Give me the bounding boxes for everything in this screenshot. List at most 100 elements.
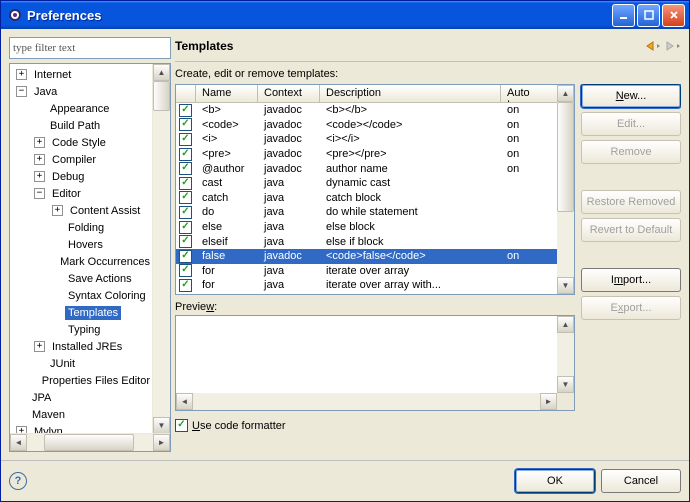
table-header[interactable]: Name Context Description Auto In... (176, 85, 557, 103)
checkbox-icon[interactable]: ✓ (179, 162, 192, 175)
tree-item[interactable]: Appearance (10, 100, 153, 117)
cell-ctx: java (258, 221, 320, 233)
tree-item[interactable]: Folding (10, 219, 153, 236)
tree-item-label: Build Path (47, 119, 103, 133)
tree-item[interactable]: Syntax Coloring (10, 287, 153, 304)
cell-auto: on (501, 104, 557, 116)
checkbox-icon[interactable]: ✓ (179, 206, 192, 219)
tree-item[interactable]: +Code Style (10, 134, 153, 151)
checkbox-icon[interactable]: ✓ (179, 104, 192, 117)
expand-icon[interactable]: + (52, 205, 63, 216)
tree-item[interactable]: −Editor (10, 185, 153, 202)
tree-item-label: Typing (65, 323, 103, 337)
tree-item[interactable]: Properties Files Editor (10, 372, 153, 389)
checkbox-icon[interactable]: ✓ (179, 250, 192, 263)
checkbox-icon[interactable]: ✓ (179, 177, 192, 190)
tree-item[interactable]: JPA (10, 389, 153, 406)
tree-item-label: Syntax Coloring (65, 289, 149, 303)
tree-item[interactable]: Templates (10, 304, 153, 321)
tree-item[interactable]: −Java (10, 83, 153, 100)
close-button[interactable] (662, 4, 685, 27)
table-row[interactable]: ✓castjavadynamic cast (176, 176, 557, 191)
expand-icon[interactable]: + (34, 137, 45, 148)
tree-item[interactable]: +Compiler (10, 151, 153, 168)
table-row[interactable]: ✓elseifjavaelse if block (176, 234, 557, 249)
help-icon[interactable]: ? (9, 472, 27, 490)
cell-auto: on (501, 119, 557, 131)
column-context[interactable]: Context (258, 85, 320, 103)
checkbox-icon[interactable]: ✓ (179, 118, 192, 131)
expand-icon[interactable]: + (34, 171, 45, 182)
column-description[interactable]: Description (320, 85, 501, 103)
use-formatter-option[interactable]: ✓ Use code formatter (175, 419, 575, 432)
tree-item[interactable]: +Internet (10, 66, 153, 83)
cell-name: cast (196, 177, 258, 189)
checkbox-icon[interactable]: ✓ (179, 279, 192, 292)
maximize-button[interactable] (637, 4, 660, 27)
table-row[interactable]: ✓dojavado while statement (176, 205, 557, 220)
checkbox-icon[interactable]: ✓ (179, 133, 192, 146)
tree-item[interactable]: Typing (10, 321, 153, 338)
tree-item-label: Maven (29, 408, 68, 422)
column-name[interactable]: Name (196, 85, 258, 103)
table-row[interactable]: ✓elsejavaelse block (176, 220, 557, 235)
checkbox-icon[interactable]: ✓ (179, 235, 192, 248)
checkbox-icon[interactable]: ✓ (179, 191, 192, 204)
tree-item[interactable]: Save Actions (10, 270, 153, 287)
tree-item[interactable]: Build Path (10, 117, 153, 134)
table-row[interactable]: ✓@authorjavadocauthor nameon (176, 161, 557, 176)
titlebar[interactable]: Preferences (1, 1, 689, 29)
tree-item[interactable]: Mark Occurrences (10, 253, 153, 270)
table-row[interactable]: ✓falsejavadoc<code>false</code>on (176, 249, 557, 264)
cell-name: else (196, 221, 258, 233)
tree-item[interactable]: +Installed JREs (10, 338, 153, 355)
cell-desc: <i></i> (320, 133, 501, 145)
tree-item[interactable]: +Content Assist (10, 202, 153, 219)
cell-desc: <code></code> (320, 119, 501, 131)
tree-hscrollbar[interactable]: ◄ ► (10, 433, 170, 451)
cell-ctx: java (258, 279, 320, 291)
import-button[interactable]: Import... (581, 268, 681, 292)
back-icon[interactable] (643, 37, 661, 55)
minimize-button[interactable] (612, 4, 635, 27)
checkbox-icon[interactable]: ✓ (175, 419, 188, 432)
cell-name: @author (196, 163, 258, 175)
table-row[interactable]: ✓forjavaiterate over array with... (176, 278, 557, 293)
cell-auto: on (501, 163, 557, 175)
tree-vscrollbar[interactable]: ▲ ▼ (152, 64, 170, 434)
ok-button[interactable]: OK (515, 469, 595, 493)
table-row[interactable]: ✓<code>javadoc<code></code>on (176, 118, 557, 133)
table-row[interactable]: ✓catchjavacatch block (176, 191, 557, 206)
use-formatter-label: Use code formatter (192, 420, 286, 432)
expand-icon[interactable]: + (34, 154, 45, 165)
checkbox-icon[interactable]: ✓ (179, 148, 192, 161)
cell-name: <i> (196, 133, 258, 145)
table-vscrollbar[interactable]: ▲ ▼ (557, 85, 574, 294)
tree-item[interactable]: JUnit (10, 355, 153, 372)
table-row[interactable]: ✓forjavaiterate over array (176, 264, 557, 279)
tree-item-label: Appearance (47, 102, 112, 116)
cancel-button[interactable]: Cancel (601, 469, 681, 493)
preview-vscrollbar[interactable]: ▲▼ (557, 316, 574, 393)
collapse-icon[interactable]: − (34, 188, 45, 199)
preview-hscrollbar[interactable]: ◄► (176, 393, 557, 410)
checkbox-icon[interactable]: ✓ (179, 264, 192, 277)
column-autoinsert[interactable]: Auto In... (501, 85, 557, 103)
filter-input[interactable] (9, 37, 171, 59)
app-icon (7, 7, 23, 23)
new-button[interactable]: New... (581, 84, 681, 108)
cell-auto: on (501, 148, 557, 160)
expand-icon[interactable]: + (16, 69, 27, 80)
cell-name: <pre> (196, 148, 258, 160)
tree-item[interactable]: Maven (10, 406, 153, 423)
tree-item[interactable]: +Debug (10, 168, 153, 185)
table-row[interactable]: ✓<i>javadoc<i></i>on (176, 132, 557, 147)
tree-item[interactable]: Hovers (10, 236, 153, 253)
collapse-icon[interactable]: − (16, 86, 27, 97)
checkbox-icon[interactable]: ✓ (179, 221, 192, 234)
table-row[interactable]: ✓<pre>javadoc<pre></pre>on (176, 147, 557, 162)
forward-icon[interactable] (663, 37, 681, 55)
table-row[interactable]: ✓<b>javadoc<b></b>on (176, 103, 557, 118)
expand-icon[interactable]: + (34, 341, 45, 352)
cell-desc: author name (320, 163, 501, 175)
